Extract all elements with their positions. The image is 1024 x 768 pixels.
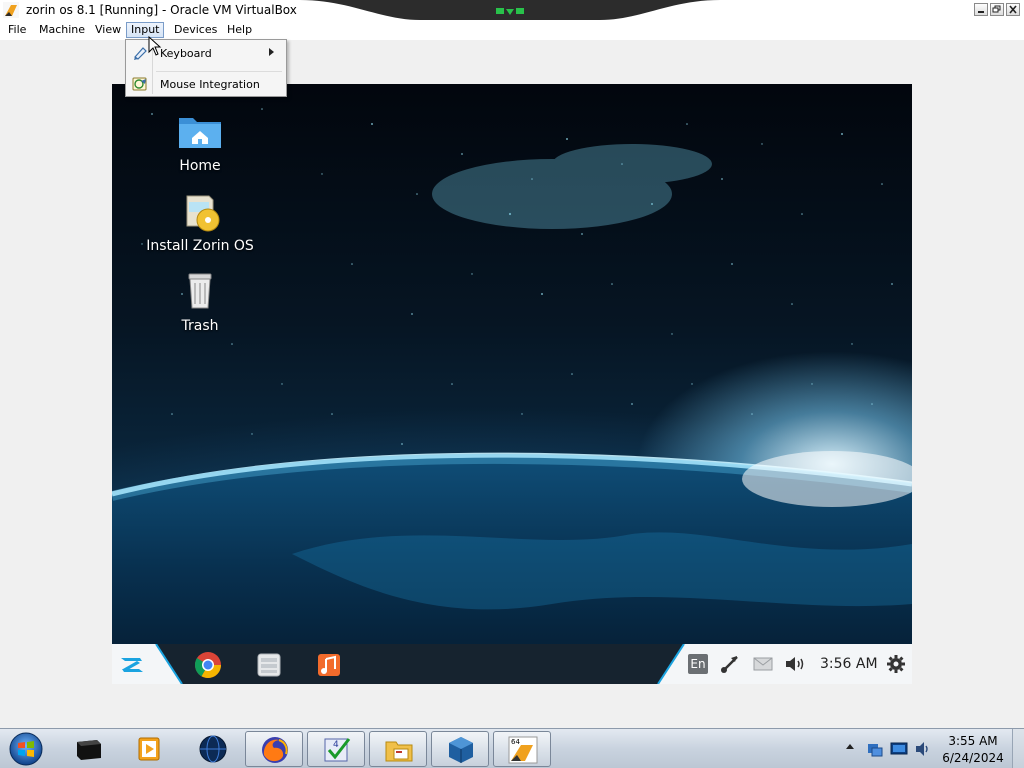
- guest-clock[interactable]: 3:56 AM: [820, 656, 878, 672]
- taskbar-virtualbox-button[interactable]: [431, 731, 489, 767]
- desktop-icon-home[interactable]: Home: [140, 106, 260, 174]
- taskbar-checklist-button[interactable]: 4: [307, 731, 365, 767]
- window-title: zorin os 8.1 [Running] - Oracle VM Virtu…: [26, 3, 297, 17]
- terminal-icon: [77, 740, 101, 760]
- monitor-icon[interactable]: [890, 740, 908, 758]
- folder-card-icon: [385, 741, 413, 762]
- zorin-panel: En 3:56 AM: [112, 644, 912, 684]
- desktop-icon-trash[interactable]: Trash: [140, 266, 260, 334]
- music-player-icon[interactable]: [315, 651, 343, 679]
- titlebar-notch-decoration: [300, 0, 720, 20]
- minimize-button[interactable]: [974, 3, 988, 16]
- home-folder-icon: [179, 118, 221, 148]
- zorin-menu-icon[interactable]: [118, 651, 146, 679]
- taskbar-terminal-button[interactable]: [60, 731, 118, 767]
- keyboard-label: Keyboard: [160, 47, 212, 60]
- file-manager-icon[interactable]: [255, 651, 283, 679]
- host-clock-time[interactable]: 3:55 AM: [942, 734, 1004, 748]
- host-clock-date[interactable]: 6/24/2024: [942, 751, 1004, 765]
- desktop-icon-label: Trash: [181, 318, 219, 334]
- planet-horizon-wallpaper: [112, 451, 912, 684]
- menu-devices[interactable]: Devices: [169, 22, 222, 38]
- keyboard-icon: [134, 47, 147, 60]
- vmware-icon: 64: [508, 736, 538, 764]
- trash-icon: [188, 273, 212, 309]
- taskbar-firefox-button[interactable]: [245, 731, 303, 767]
- network-icon[interactable]: [719, 654, 741, 674]
- globe-icon: [199, 735, 227, 763]
- taskbar-globe-button[interactable]: [184, 731, 242, 767]
- desktop-icon-install-zorin[interactable]: Install Zorin OS: [140, 186, 260, 254]
- restore-icon: [992, 5, 1001, 13]
- keyboard-layout-indicator[interactable]: En: [688, 654, 708, 674]
- virtualbox-app-icon: [3, 2, 19, 18]
- svg-text:4: 4: [333, 740, 339, 750]
- close-button[interactable]: [1006, 3, 1020, 16]
- virtualbox-icon: [449, 737, 473, 763]
- firefox-icon: [262, 737, 288, 763]
- speaker-icon[interactable]: [914, 740, 932, 758]
- taskbar-vmware-button[interactable]: 64: [493, 731, 551, 767]
- host-taskbar: 4 64 3:55 AM 6/24/2024: [0, 728, 1024, 768]
- show-hidden-icons-icon[interactable]: [846, 743, 854, 751]
- menu-machine[interactable]: Machine: [34, 22, 90, 38]
- desktop-icon-label: Install Zorin OS: [146, 238, 254, 254]
- network-share-icon[interactable]: [866, 740, 884, 758]
- restore-button[interactable]: [990, 3, 1004, 16]
- mouse-integration-icon: [132, 77, 147, 91]
- settings-gear-icon[interactable]: [886, 654, 906, 674]
- close-icon: [1009, 5, 1017, 14]
- installer-icon: [186, 195, 220, 232]
- desktop-icon-label: Home: [179, 158, 221, 174]
- guest-desktop[interactable]: Home Install Zorin OS Trash En 3:56 AM: [112, 84, 912, 684]
- media-player-icon: [138, 737, 160, 761]
- menu-separator: [156, 71, 282, 72]
- mouse-cursor-icon: [148, 36, 162, 56]
- mail-icon[interactable]: [752, 654, 774, 674]
- window-titlebar[interactable]: zorin os 8.1 [Running] - Oracle VM Virtu…: [0, 0, 1024, 20]
- submenu-arrow-icon: [269, 48, 274, 56]
- chrome-icon[interactable]: [194, 651, 222, 679]
- taskbar-media-player-button[interactable]: [120, 731, 178, 767]
- start-button[interactable]: [4, 731, 48, 767]
- menu-view[interactable]: View: [90, 22, 126, 38]
- taskbar-folder-button[interactable]: [369, 731, 427, 767]
- minimize-icon: [978, 11, 984, 13]
- checklist-app-icon: 4: [324, 738, 351, 762]
- mouse-integration-label: Mouse Integration: [160, 78, 260, 91]
- menu-help[interactable]: Help: [222, 22, 257, 38]
- volume-icon[interactable]: [784, 654, 806, 674]
- svg-text:64: 64: [511, 738, 520, 746]
- system-tray: 3:55 AM 6/24/2024: [842, 729, 1024, 768]
- menu-item-mouse-integration[interactable]: Mouse Integration: [128, 73, 284, 95]
- show-desktop-button[interactable]: [1012, 729, 1024, 768]
- menu-file[interactable]: File: [3, 22, 31, 38]
